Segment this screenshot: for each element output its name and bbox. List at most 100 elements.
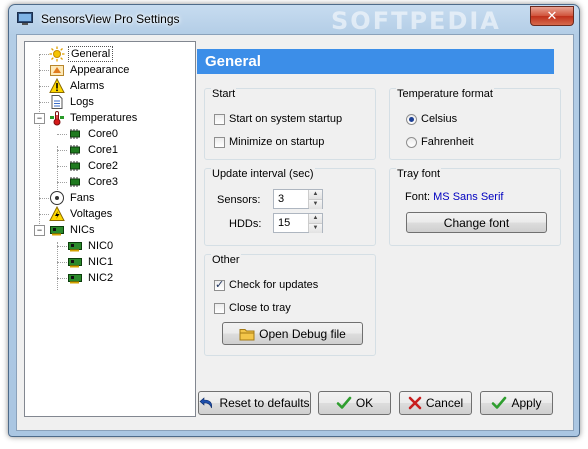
- tree-item-voltages[interactable]: Voltages: [49, 206, 114, 222]
- spin-arrows[interactable]: ▲ ▼: [308, 214, 322, 233]
- tree-item-alarms[interactable]: Alarms: [49, 78, 106, 94]
- chip-icon: [67, 142, 83, 158]
- group-title: Update interval (sec): [211, 168, 315, 180]
- tray-font-group: Tray font Font: MS Sans Serif Change fon…: [389, 168, 561, 246]
- nics-collapse-toggle[interactable]: −: [34, 225, 45, 236]
- open-debug-file-button[interactable]: Open Debug file: [222, 322, 363, 345]
- minimize-on-startup-checkbox[interactable]: Minimize on startup: [214, 136, 324, 148]
- settings-window: SensorsView Pro Settings SOFTPEDIA ✕ − −…: [8, 4, 580, 437]
- button-label: Open Debug file: [259, 326, 346, 341]
- radio-label: Fahrenheit: [421, 136, 474, 148]
- close-icon: ✕: [546, 8, 558, 23]
- tree-item-label: NICs: [70, 224, 95, 236]
- check-for-updates-checkbox[interactable]: Check for updates: [214, 278, 319, 291]
- font-info: Font: MS Sans Serif: [405, 191, 503, 203]
- tree-item-label: Alarms: [70, 80, 105, 92]
- tree-item-fans[interactable]: Fans: [49, 190, 96, 206]
- apply-button[interactable]: Apply: [480, 391, 553, 415]
- button-label: Cancel: [425, 396, 464, 410]
- appearance-icon: [49, 62, 65, 78]
- window-title: SensorsView Pro Settings: [41, 12, 180, 26]
- tree-item-label: Core3: [88, 176, 118, 188]
- checkbox-box[interactable]: [214, 302, 225, 314]
- other-group: Other Check for updates Close to tray Op…: [204, 254, 376, 356]
- voltage-icon: [49, 206, 65, 222]
- network-card-icon: [67, 254, 83, 270]
- change-font-button[interactable]: Change font: [406, 212, 547, 233]
- radio-button[interactable]: [406, 136, 417, 148]
- chip-icon: [67, 158, 83, 174]
- tree-item-label: Voltages: [70, 208, 113, 220]
- tree-item-general[interactable]: General: [49, 46, 114, 62]
- group-title: Tray font: [396, 168, 441, 180]
- tree-item-label: Core0: [88, 128, 118, 140]
- checkbox-label: Start on system startup: [229, 113, 343, 125]
- spin-arrows[interactable]: ▲ ▼: [308, 190, 322, 209]
- checkbox-label: Minimize on startup: [229, 136, 325, 148]
- update-interval-group: Update interval (sec) Sensors: 3 ▲ ▼ HDD…: [204, 168, 376, 246]
- checkbox-label: Close to tray: [229, 302, 291, 314]
- network-card-icon: [49, 222, 65, 238]
- sensors-value[interactable]: 3: [278, 193, 284, 205]
- folder-icon: [239, 327, 255, 341]
- tree-item-nic0[interactable]: NIC0: [67, 238, 115, 254]
- chip-icon: [67, 174, 83, 190]
- tree-item-label: NIC2: [88, 272, 114, 284]
- tree-item-nic1[interactable]: NIC1: [67, 254, 115, 270]
- tree-item-logs[interactable]: Logs: [49, 94, 96, 110]
- fahrenheit-radio[interactable]: Fahrenheit: [406, 136, 474, 148]
- spin-down-icon[interactable]: ▼: [309, 200, 322, 209]
- checkbox-box[interactable]: [214, 278, 225, 291]
- font-value: MS Sans Serif: [433, 191, 504, 203]
- spin-up-icon[interactable]: ▲: [309, 214, 322, 224]
- checkbox-box[interactable]: [214, 113, 225, 125]
- checkmark-icon: [491, 395, 507, 411]
- font-label: Font:: [405, 191, 431, 203]
- button-label: OK: [355, 396, 374, 410]
- ok-button[interactable]: OK: [318, 391, 391, 415]
- hdds-value[interactable]: 15: [278, 217, 290, 229]
- thermometer-icon: [49, 110, 65, 126]
- tree-item-label: Logs: [70, 96, 94, 108]
- start-on-startup-checkbox[interactable]: Start on system startup: [214, 113, 342, 125]
- close-button[interactable]: ✕: [530, 6, 574, 26]
- radio-button[interactable]: [406, 113, 417, 125]
- cancel-button[interactable]: Cancel: [399, 391, 472, 415]
- checkbox-label: Check for updates: [229, 279, 319, 291]
- settings-tree[interactable]: − − General Appearance Alarms Logs Tempe…: [24, 41, 196, 417]
- tree-item-core0[interactable]: Core0: [67, 126, 120, 142]
- tree-item-appearance[interactable]: Appearance: [49, 62, 131, 78]
- close-to-tray-checkbox[interactable]: Close to tray: [214, 302, 291, 314]
- tree-item-label: Core2: [88, 160, 118, 172]
- group-title: Other: [211, 254, 241, 266]
- sensors-spinbox[interactable]: 3 ▲ ▼: [273, 189, 323, 209]
- tree-item-label: Fans: [70, 192, 95, 204]
- celsius-radio[interactable]: Celsius: [406, 113, 457, 125]
- tree-item-label: NIC1: [88, 256, 114, 268]
- dialog-client-area: − − General Appearance Alarms Logs Tempe…: [16, 34, 574, 431]
- button-label: Change font: [443, 215, 510, 230]
- button-label: Apply: [511, 396, 542, 410]
- tree-item-core2[interactable]: Core2: [67, 158, 120, 174]
- radio-label: Celsius: [421, 113, 458, 125]
- tree-item-nic2[interactable]: NIC2: [67, 270, 115, 286]
- temperatures-collapse-toggle[interactable]: −: [34, 113, 45, 124]
- tree-item-label: Core1: [88, 144, 118, 156]
- tree-item-label: General: [68, 46, 114, 62]
- fan-icon: [49, 190, 65, 206]
- tree-item-core1[interactable]: Core1: [67, 142, 120, 158]
- sensors-label: Sensors:: [217, 194, 261, 206]
- spin-down-icon[interactable]: ▼: [309, 224, 322, 233]
- undo-icon: [199, 395, 215, 411]
- warning-icon: [49, 78, 65, 94]
- checkbox-box[interactable]: [214, 136, 225, 148]
- hdds-spinbox[interactable]: 15 ▲ ▼: [273, 213, 323, 233]
- title-bar[interactable]: SensorsView Pro Settings SOFTPEDIA ✕: [9, 5, 579, 35]
- document-icon: [49, 94, 65, 110]
- network-card-icon: [67, 270, 83, 286]
- tree-item-core3[interactable]: Core3: [67, 174, 120, 190]
- tree-item-nics[interactable]: NICs: [49, 222, 96, 238]
- spin-up-icon[interactable]: ▲: [309, 190, 322, 200]
- tree-item-temperatures[interactable]: Temperatures: [49, 110, 139, 126]
- reset-to-defaults-button[interactable]: Reset to defaults: [198, 391, 311, 415]
